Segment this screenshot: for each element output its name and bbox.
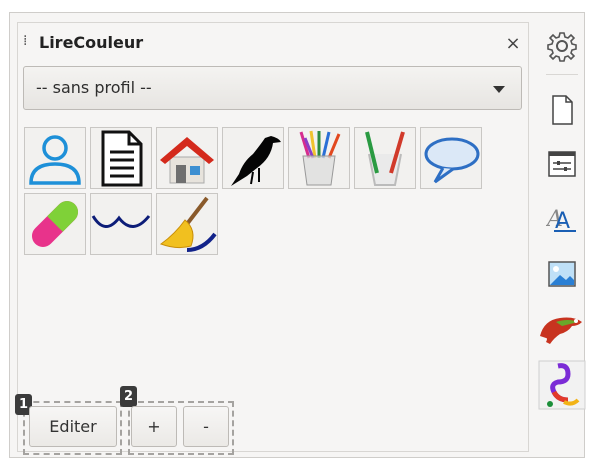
tool-colored-pencils-button[interactable]: [288, 127, 350, 189]
gallery-icon[interactable]: [546, 258, 578, 290]
tool-speech-bubble-button[interactable]: [420, 127, 482, 189]
speech-bubble-icon: [424, 137, 480, 184]
gear-icon[interactable]: [546, 30, 578, 62]
tool-pencils-in-glass-button[interactable]: [354, 127, 416, 189]
pencils-in-glass-icon: [365, 131, 405, 186]
tool-user-button[interactable]: [24, 127, 86, 189]
wave-line-icon: [91, 215, 151, 228]
broom-icon: [159, 196, 217, 252]
styles-icon[interactable]: A A: [545, 202, 578, 234]
badge-2: 2: [120, 386, 137, 407]
chevron-down-icon: [493, 86, 505, 93]
tool-broom-button[interactable]: [156, 193, 218, 255]
sidebar-divider: [546, 74, 578, 75]
close-icon[interactable]: ×: [504, 35, 522, 53]
chameleon-icon[interactable]: [538, 308, 584, 348]
colored-pencils-icon: [299, 130, 341, 186]
drag-handle-icon[interactable]: ⁞: [23, 34, 27, 48]
profile-select-value: -- sans profil --: [36, 78, 152, 97]
tool-document-button[interactable]: [90, 127, 152, 189]
tool-pill-button[interactable]: [24, 193, 86, 255]
remove-profile-button[interactable]: -: [183, 406, 229, 447]
page-icon[interactable]: [546, 94, 578, 126]
blackbird-icon: [231, 136, 281, 186]
house-icon: [160, 137, 214, 184]
panel-title: LireCouleur: [39, 33, 144, 52]
pill-icon: [31, 200, 79, 248]
edit-button[interactable]: Editer: [29, 406, 117, 447]
tool-house-button[interactable]: [156, 127, 218, 189]
document-icon: [101, 130, 143, 187]
tool-wave-line-button[interactable]: [90, 193, 152, 255]
lirecouleur-logo-icon[interactable]: [538, 360, 586, 410]
profile-select[interactable]: -- sans profil --: [23, 66, 522, 110]
properties-icon[interactable]: [546, 148, 578, 180]
tool-blackbird-button[interactable]: [222, 127, 284, 189]
user-icon: [29, 135, 81, 185]
add-profile-button[interactable]: +: [131, 406, 177, 447]
